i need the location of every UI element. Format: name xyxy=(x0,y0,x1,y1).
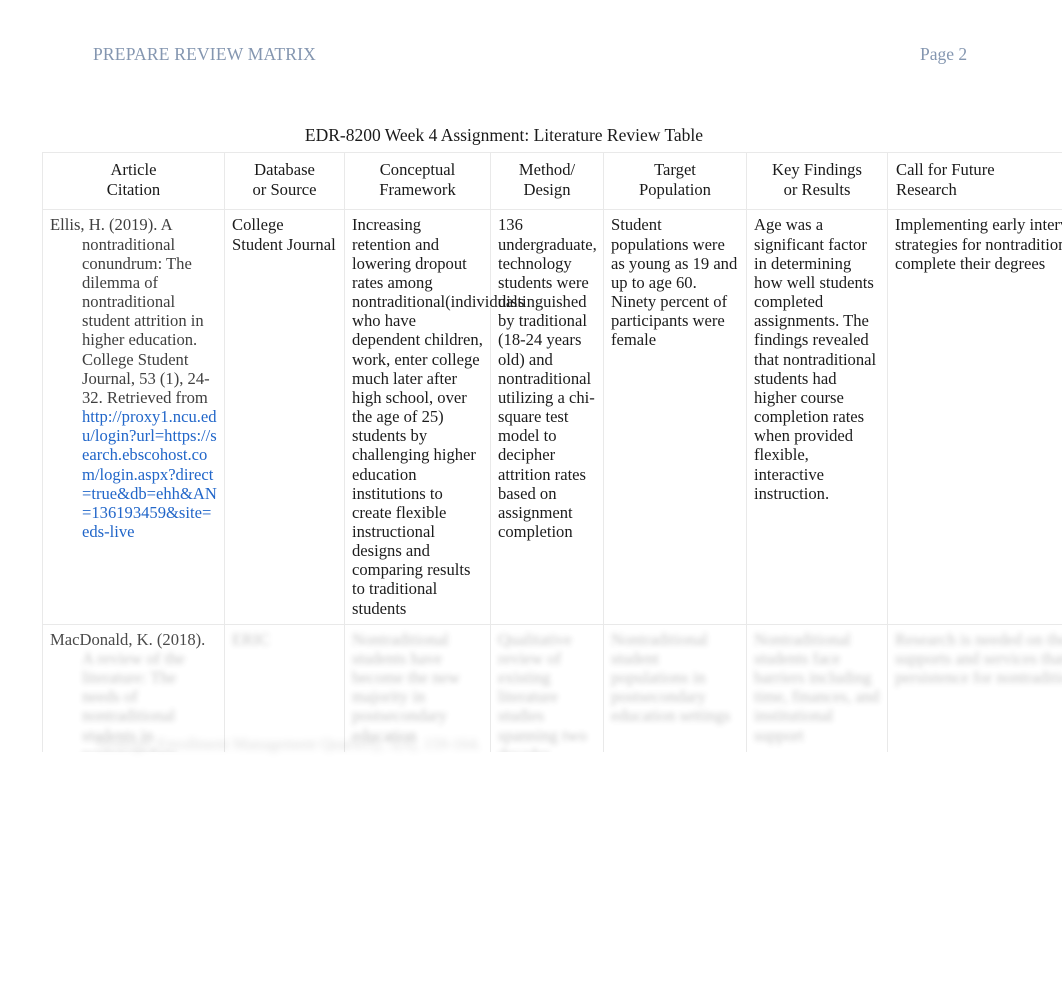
header-line-2: Population xyxy=(639,180,711,200)
header-line-1: Target xyxy=(654,160,696,179)
literature-review-table-container: Article Citation Database or Source Conc… xyxy=(42,152,1062,752)
cell-database-or-source: College Student Journal xyxy=(224,209,345,625)
cell-conceptual-framework: Increasing retention and lowering dropou… xyxy=(344,209,524,625)
citation-text: Ellis, H. (2019). A nontraditional conun… xyxy=(50,215,210,407)
column-header-conceptual-framework: Conceptual Framework xyxy=(344,152,491,211)
cell-conceptual-framework: Nontraditional students have become the … xyxy=(344,623,491,752)
citation-url-link[interactable]: http://proxy1.ncu.edu/login?url=https://… xyxy=(82,407,217,541)
cell-target-population: Nontraditional student populations in po… xyxy=(603,623,747,752)
header-line-1: Method/ xyxy=(518,160,576,179)
header-line-2: or Source xyxy=(252,180,317,200)
table-row: MacDonald, K. (2018). A review of the li… xyxy=(42,623,1062,752)
header-line-1: Article xyxy=(110,160,157,179)
table-row: Ellis, H. (2019). A nontraditional conun… xyxy=(42,209,1062,625)
cell-call-for-future-research: Research is needed on the specific suppo… xyxy=(887,623,1062,752)
header-title-left: PREPARE REVIEW MATRIX xyxy=(93,44,316,64)
column-header-target-population: Target Population xyxy=(603,152,747,211)
header-line-1: Key Findings xyxy=(772,160,862,179)
cell-target-population: Student populations were as young as 19 … xyxy=(603,209,747,625)
cell-article-citation: MacDonald, K. (2018). A review of the li… xyxy=(42,623,225,752)
column-header-method-design: Method/ Design xyxy=(490,152,604,211)
header-line-2: Citation xyxy=(106,180,161,200)
column-header-article-citation: Article Citation xyxy=(42,152,225,211)
page-header: PREPARE REVIEW MATRIX Page 2 xyxy=(0,44,1062,72)
column-header-database-or-source: Database or Source xyxy=(224,152,345,211)
header-line-2: Design xyxy=(523,180,571,200)
trailing-citation-text: Strategic Enrollment Management Quarterl… xyxy=(96,736,481,753)
cell-key-findings-or-results: Nontraditional students face barriers in… xyxy=(746,623,888,752)
cell-article-citation: Ellis, H. (2019). A nontraditional conun… xyxy=(42,209,225,625)
cell-key-findings-or-results: Age was a significant factor in determin… xyxy=(746,209,888,625)
header-line-2: Research xyxy=(896,180,957,200)
table-header-row: Article Citation Database or Source Conc… xyxy=(42,152,1062,211)
header-page-number: Page 2 xyxy=(920,44,968,64)
citation-visible-text: MacDonald, K. (2018). xyxy=(50,629,206,649)
header-line-2: or Results xyxy=(783,180,851,200)
header-line-1: Database xyxy=(254,160,315,179)
cell-method-design: 136 undergraduate, technology students w… xyxy=(490,209,604,625)
header-line-1: Conceptual xyxy=(379,160,456,179)
header-line-2: Framework xyxy=(379,180,456,200)
cell-database-or-source: ERIC xyxy=(224,623,345,752)
header-line-1: Call for Future xyxy=(896,160,995,179)
cell-method-design: Qualitative review of existing literatur… xyxy=(490,623,604,752)
column-header-call-for-future-research: Call for Future Research xyxy=(887,152,1062,211)
column-header-key-findings-or-results: Key Findings or Results xyxy=(746,152,888,211)
document-title: EDR-8200 Week 4 Assignment: Literature R… xyxy=(304,125,704,145)
literature-review-table: Article Citation Database or Source Conc… xyxy=(42,152,1062,752)
cell-call-for-future-research: Implementing early intervention strategi… xyxy=(887,209,1062,625)
